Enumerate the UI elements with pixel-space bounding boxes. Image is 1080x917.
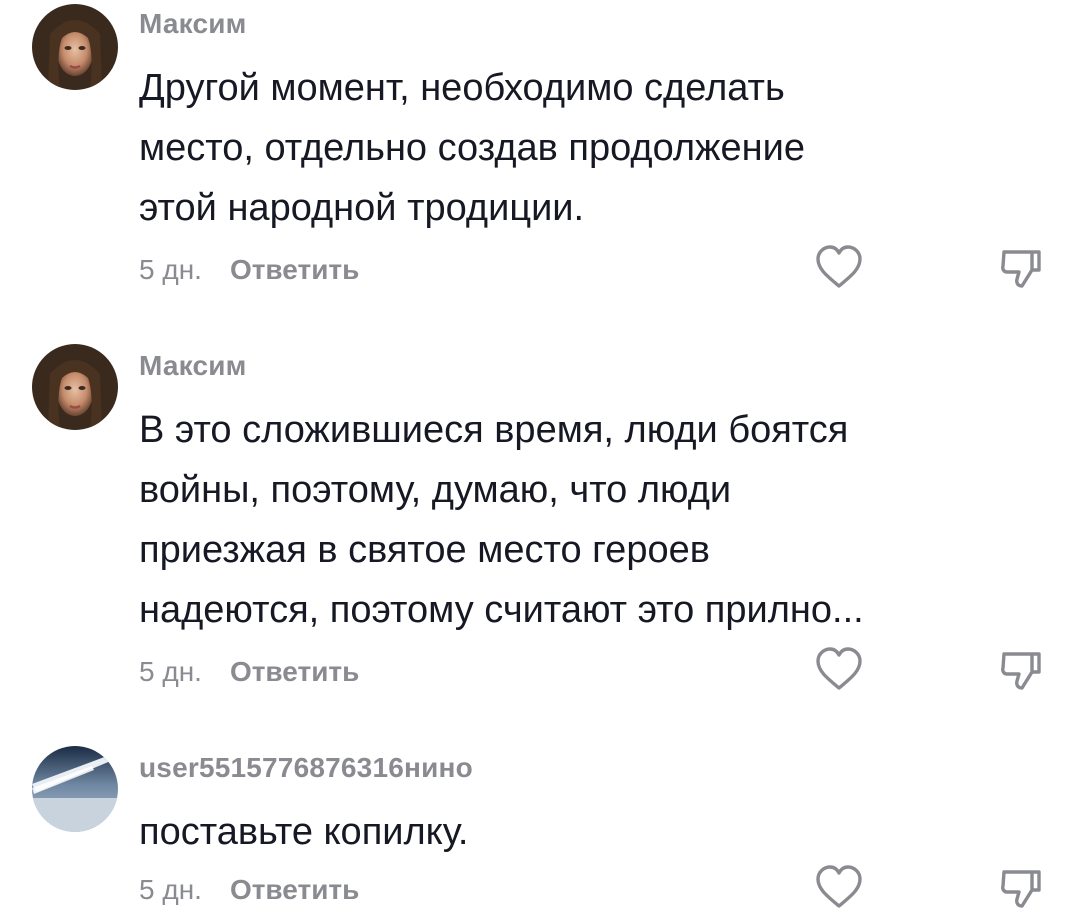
comment-author[interactable]: user5515776876316нино: [139, 752, 473, 784]
comment-author[interactable]: Максим: [139, 350, 247, 382]
avatar[interactable]: [32, 344, 118, 430]
heart-outline-icon[interactable]: [814, 646, 864, 692]
comment-time: 5 дн.: [139, 874, 202, 905]
thumbs-down-icon[interactable]: [998, 246, 1044, 292]
reply-button[interactable]: Ответить: [230, 656, 359, 687]
comment-time: 5 дн.: [139, 656, 202, 687]
comment-text-line: Другой момент, необходимо сделать: [139, 67, 785, 109]
comment-text: поставьте копилку.: [139, 802, 969, 862]
thumbs-down-icon[interactable]: [998, 648, 1044, 694]
reply-button[interactable]: Ответить: [230, 254, 359, 285]
comment-text-line: войны, поэтому, думаю, что люди: [139, 469, 732, 511]
avatar[interactable]: [32, 4, 118, 90]
heart-outline-icon[interactable]: [814, 864, 864, 910]
comment-text-line: этой народной тродиции.: [139, 187, 585, 229]
comment-meta: 5 дн. Ответить: [139, 254, 359, 286]
comment-meta: 5 дн. Ответить: [139, 874, 359, 906]
comment-text: В это сложившиеся время, люди боятся вой…: [139, 400, 969, 640]
comment-text-line: В это сложившиеся время, люди боятся: [139, 409, 849, 451]
comment-text: Другой момент, необходимо сделать место,…: [139, 58, 969, 238]
comment-text-line: поставьте копилку.: [139, 811, 469, 853]
avatar[interactable]: [32, 746, 118, 832]
comment-meta: 5 дн. Ответить: [139, 656, 359, 688]
reply-button[interactable]: Ответить: [230, 874, 359, 905]
thumbs-down-icon[interactable]: [998, 866, 1044, 912]
comment-author[interactable]: Максим: [139, 8, 247, 40]
comment-text-line: приезжая в святое место героев: [139, 529, 710, 571]
comment-text-line: надеются, поэтому считают это прилно...: [139, 589, 864, 631]
comment-text-line: место, отдельно создав продолжение: [139, 127, 805, 169]
heart-outline-icon[interactable]: [814, 244, 864, 290]
comment-time: 5 дн.: [139, 254, 202, 285]
